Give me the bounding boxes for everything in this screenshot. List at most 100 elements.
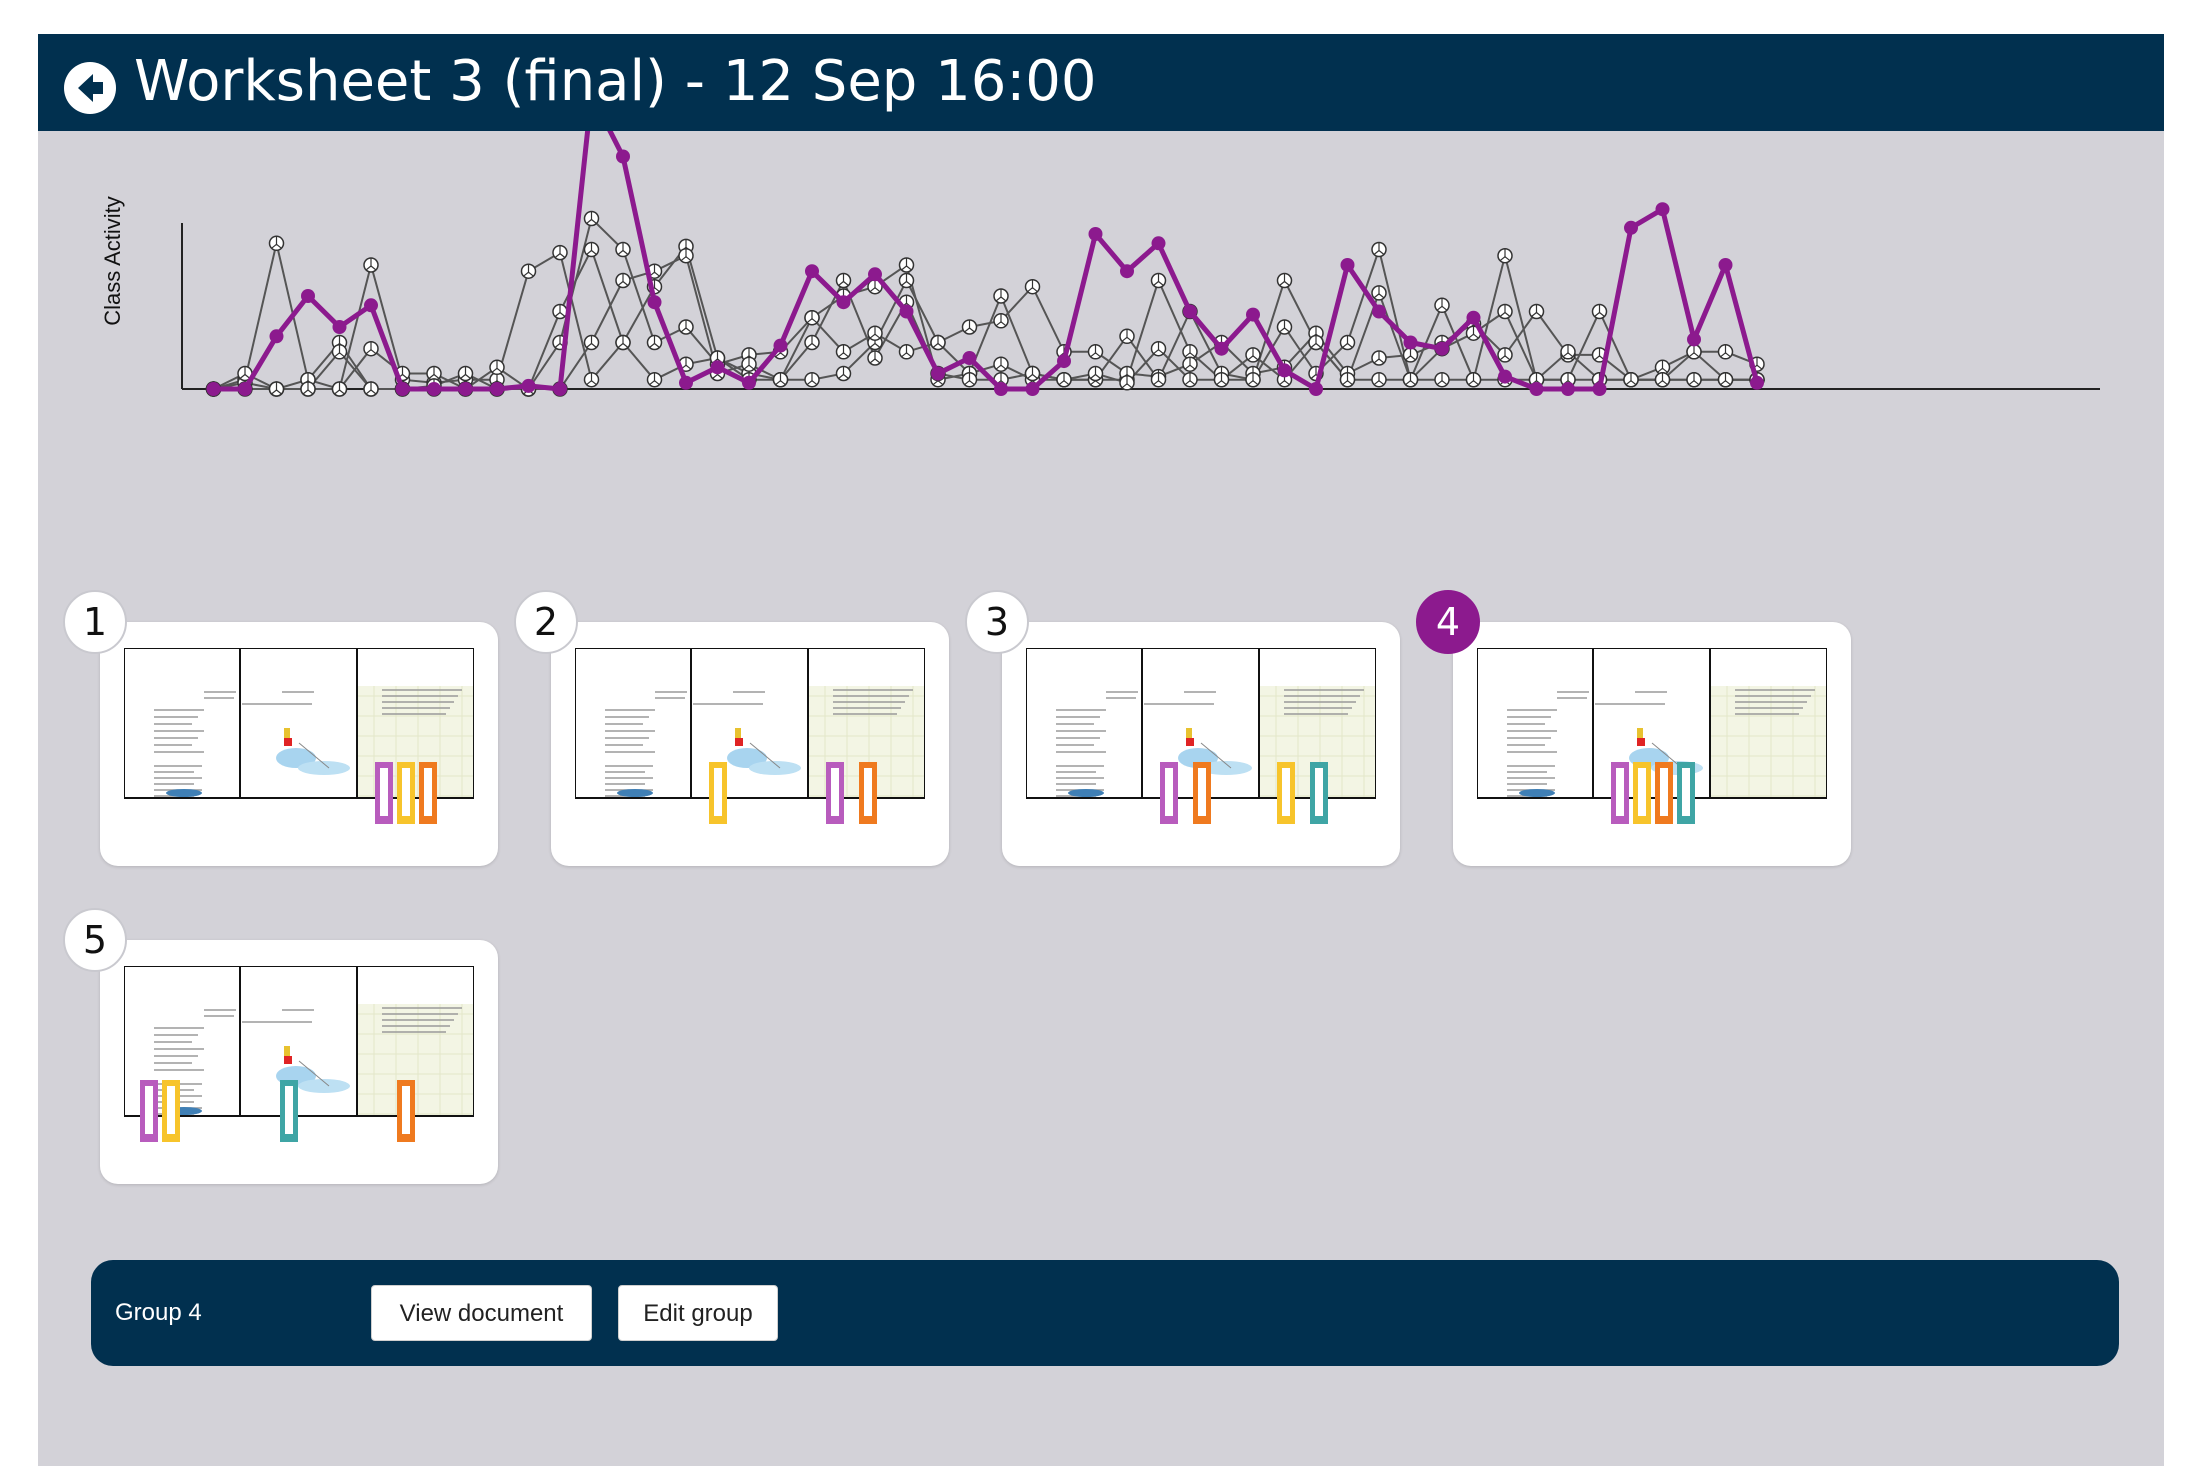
student-data-point[interactable]: [552, 244, 568, 261]
student-data-point[interactable]: [993, 356, 1009, 372]
student-data-point[interactable]: [363, 257, 379, 273]
student-data-point[interactable]: [1119, 328, 1135, 345]
selected-group-data-point[interactable]: [521, 378, 536, 393]
student-data-point[interactable]: [615, 241, 631, 258]
student-data-point[interactable]: [1434, 371, 1450, 388]
student-data-point[interactable]: [835, 272, 852, 289]
student-data-point[interactable]: [363, 381, 379, 397]
student-data-point[interactable]: [1686, 344, 1702, 360]
student-data-point[interactable]: [1528, 303, 1545, 320]
student-data-point[interactable]: [1150, 340, 1167, 357]
student-data-point[interactable]: [835, 365, 852, 382]
student-data-point[interactable]: [331, 344, 348, 360]
selected-group-data-point[interactable]: [899, 304, 914, 319]
student-data-point[interactable]: [331, 381, 348, 397]
selected-group-data-point[interactable]: [206, 382, 221, 396]
selected-group-data-point[interactable]: [427, 382, 441, 396]
student-data-point[interactable]: [1371, 371, 1387, 388]
student-data-point[interactable]: [993, 313, 1009, 329]
selected-group-data-point[interactable]: [1340, 258, 1355, 272]
selected-group-data-point[interactable]: [836, 295, 851, 310]
selected-group-data-point[interactable]: [1088, 227, 1103, 241]
group-card[interactable]: [1002, 622, 1400, 866]
student-data-point[interactable]: [583, 371, 600, 388]
group-number-badge[interactable]: 3: [965, 590, 1029, 654]
student-data-point[interactable]: [1087, 344, 1104, 360]
selected-group-data-point[interactable]: [1120, 264, 1134, 279]
student-data-point[interactable]: [1308, 334, 1324, 351]
student-data-point[interactable]: [898, 257, 915, 273]
student-data-point[interactable]: [961, 319, 978, 335]
view-document-button[interactable]: View document: [371, 1285, 592, 1341]
selected-group-data-point[interactable]: [332, 320, 347, 334]
student-data-point[interactable]: [1087, 365, 1104, 382]
selected-group-data-point[interactable]: [1025, 382, 1040, 396]
selected-group-data-point[interactable]: [553, 382, 567, 396]
student-data-point[interactable]: [583, 334, 600, 351]
student-data-point[interactable]: [804, 371, 820, 388]
student-data-point[interactable]: [1245, 347, 1261, 363]
selected-group-data-point[interactable]: [1214, 341, 1229, 356]
student-data-point[interactable]: [583, 241, 600, 258]
student-data-point[interactable]: [1339, 371, 1356, 388]
student-data-point[interactable]: [1056, 371, 1072, 388]
student-data-point[interactable]: [993, 288, 1009, 304]
student-data-point[interactable]: [1182, 356, 1198, 372]
selected-group-data-point[interactable]: [1246, 307, 1260, 322]
student-data-point[interactable]: [741, 356, 757, 372]
student-data-point[interactable]: [1591, 303, 1608, 320]
student-data-point[interactable]: [1371, 285, 1387, 301]
group-number-badge[interactable]: 4: [1416, 590, 1480, 654]
selected-group-data-point[interactable]: [395, 382, 410, 396]
selected-group-data-point[interactable]: [710, 360, 725, 375]
selected-group-data-point[interactable]: [1183, 304, 1197, 319]
student-data-point[interactable]: [678, 319, 694, 335]
student-data-point[interactable]: [268, 381, 285, 397]
student-data-point[interactable]: [1371, 241, 1387, 258]
selected-group-data-point[interactable]: [994, 382, 1008, 396]
group-card[interactable]: [551, 622, 949, 866]
selected-group-data-point[interactable]: [868, 267, 882, 282]
selected-group-data-point[interactable]: [1372, 304, 1386, 319]
student-data-point[interactable]: [1654, 371, 1671, 388]
student-data-point[interactable]: [1497, 303, 1513, 320]
selected-group-data-point[interactable]: [742, 375, 756, 390]
student-data-point[interactable]: [1717, 371, 1734, 388]
student-data-point[interactable]: [646, 371, 663, 388]
student-data-point[interactable]: [1339, 334, 1356, 351]
selected-group-data-point[interactable]: [962, 351, 977, 365]
student-data-point[interactable]: [1686, 371, 1702, 388]
selected-group-data-point[interactable]: [1655, 202, 1670, 217]
group-card[interactable]: [100, 622, 498, 866]
student-data-point[interactable]: [457, 365, 474, 382]
student-data-point[interactable]: [835, 344, 852, 360]
selected-group-data-point[interactable]: [1403, 335, 1418, 350]
selected-group-data-point[interactable]: [1624, 220, 1638, 235]
student-data-point[interactable]: [1465, 371, 1482, 388]
student-data-point[interactable]: [867, 325, 883, 341]
selected-group-data-point[interactable]: [679, 375, 693, 390]
student-data-point[interactable]: [646, 334, 663, 351]
selected-group-data-point[interactable]: [1435, 341, 1449, 356]
student-data-point[interactable]: [1434, 297, 1450, 314]
back-arrow-circle-icon[interactable]: [63, 61, 117, 115]
student-data-point[interactable]: [1182, 371, 1198, 388]
student-data-point[interactable]: [1213, 371, 1230, 388]
student-data-point[interactable]: [1371, 350, 1387, 366]
student-data-point[interactable]: [1276, 272, 1293, 289]
student-data-point[interactable]: [898, 344, 915, 360]
student-data-point[interactable]: [772, 371, 789, 388]
student-data-point[interactable]: [583, 210, 600, 227]
student-data-point[interactable]: [898, 272, 915, 289]
group-number-badge[interactable]: 5: [63, 908, 127, 972]
selected-group-data-point[interactable]: [1277, 363, 1292, 378]
student-data-point[interactable]: [615, 272, 631, 289]
student-data-point[interactable]: [1560, 344, 1576, 360]
student-data-point[interactable]: [1150, 272, 1167, 289]
selected-group-data-point[interactable]: [647, 295, 662, 310]
student-data-point[interactable]: [804, 334, 820, 351]
group-card[interactable]: [1453, 622, 1851, 866]
student-data-point[interactable]: [363, 340, 379, 357]
student-data-point[interactable]: [1150, 371, 1167, 388]
student-data-point[interactable]: [867, 350, 883, 366]
